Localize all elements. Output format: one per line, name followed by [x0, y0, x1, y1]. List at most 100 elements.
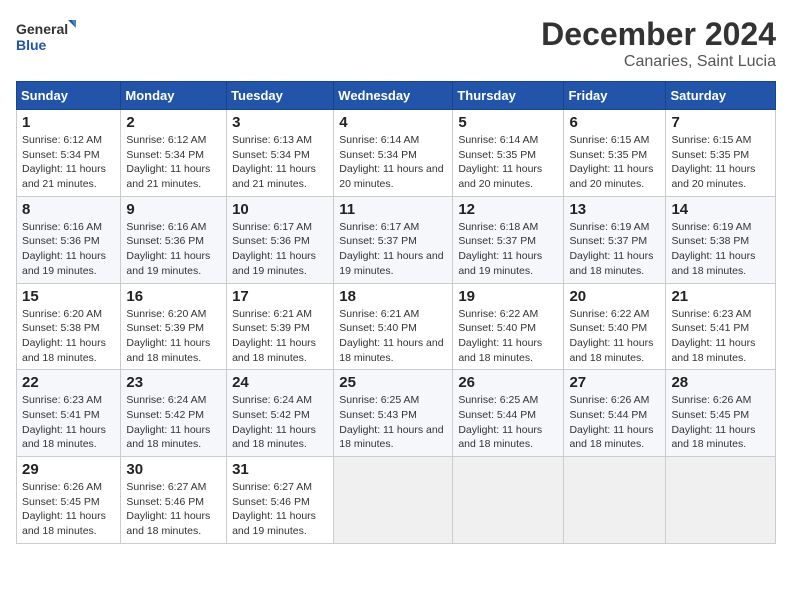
day-info: Sunrise: 6:17 AMSunset: 5:36 PMDaylight:…: [232, 220, 328, 279]
table-row: 4Sunrise: 6:14 AMSunset: 5:34 PMDaylight…: [334, 110, 453, 197]
table-row: 24Sunrise: 6:24 AMSunset: 5:42 PMDayligh…: [227, 370, 334, 457]
day-number: 19: [458, 288, 558, 305]
table-row: 6 Sunrise: 6:15 AMSunset: 5:35 PMDaylight…: [564, 110, 666, 197]
table-row: [564, 457, 666, 544]
day-number: 30: [126, 461, 221, 478]
day-info: Sunrise: 6:22 AMSunset: 5:40 PMDaylight:…: [458, 307, 558, 366]
table-row: 17 Sunrise: 6:21 AMSunset: 5:39 PMDayligh…: [227, 283, 334, 370]
day-number: 5: [458, 114, 558, 131]
page-header: General Blue December 2024 Canaries, Sai…: [16, 16, 776, 71]
day-number: 16: [126, 288, 221, 305]
table-row: 2Sunrise: 6:12 AMSunset: 5:34 PMDaylight…: [121, 110, 227, 197]
day-number: 3: [232, 114, 328, 131]
table-row: 11Sunrise: 6:17 AMSunset: 5:37 PMDayligh…: [334, 196, 453, 283]
day-info: Sunrise: 6:15 AMSunset: 5:35 PMDaylight:…: [569, 133, 660, 192]
day-info: Sunrise: 6:21 AMSunset: 5:39 PMDaylight:…: [232, 307, 328, 366]
header-friday: Friday: [564, 82, 666, 110]
day-info: Sunrise: 6:19 AMSunset: 5:37 PMDaylight:…: [569, 220, 660, 279]
day-info: Sunrise: 6:21 AMSunset: 5:40 PMDaylight:…: [339, 307, 447, 366]
table-row: 12 Sunrise: 6:18 AMSunset: 5:37 PMDayligh…: [453, 196, 564, 283]
table-row: 18 Sunrise: 6:21 AMSunset: 5:40 PMDayligh…: [334, 283, 453, 370]
table-row: 9 Sunrise: 6:16 AMSunset: 5:36 PMDaylight…: [121, 196, 227, 283]
day-number: 17: [232, 288, 328, 305]
calendar-week-row: 1 Sunrise: 6:12 AMSunset: 5:34 PMDaylight…: [17, 110, 776, 197]
table-row: 27 Sunrise: 6:26 AMSunset: 5:44 PMDayligh…: [564, 370, 666, 457]
header-wednesday: Wednesday: [334, 82, 453, 110]
svg-text:General: General: [16, 21, 68, 37]
title-section: December 2024 Canaries, Saint Lucia: [541, 16, 776, 71]
page-subtitle: Canaries, Saint Lucia: [541, 53, 776, 71]
day-number: 7: [671, 114, 770, 131]
day-number: 31: [232, 461, 328, 478]
table-row: 20 Sunrise: 6:22 AMSunset: 5:40 PMDayligh…: [564, 283, 666, 370]
table-row: 16Sunrise: 6:20 AMSunset: 5:39 PMDayligh…: [121, 283, 227, 370]
header-saturday: Saturday: [666, 82, 776, 110]
day-number: 24: [232, 374, 328, 391]
day-number: 21: [671, 288, 770, 305]
table-row: 31Sunrise: 6:27 AMSunset: 5:46 PMDayligh…: [227, 457, 334, 544]
day-info: Sunrise: 6:13 AMSunset: 5:34 PMDaylight:…: [232, 133, 328, 192]
table-row: 19 Sunrise: 6:22 AMSunset: 5:40 PMDayligh…: [453, 283, 564, 370]
day-info: Sunrise: 6:26 AMSunset: 5:45 PMDaylight:…: [671, 393, 770, 452]
day-number: 15: [22, 288, 115, 305]
table-row: 23 Sunrise: 6:24 AMSunset: 5:42 PMDayligh…: [121, 370, 227, 457]
day-number: 12: [458, 201, 558, 218]
day-number: 14: [671, 201, 770, 218]
day-info: Sunrise: 6:19 AMSunset: 5:38 PMDaylight:…: [671, 220, 770, 279]
calendar-week-row: 15Sunrise: 6:20 AMSunset: 5:38 PMDayligh…: [17, 283, 776, 370]
table-row: 13 Sunrise: 6:19 AMSunset: 5:37 PMDayligh…: [564, 196, 666, 283]
day-number: 29: [22, 461, 115, 478]
day-number: 18: [339, 288, 447, 305]
day-number: 10: [232, 201, 328, 218]
table-row: 28 Sunrise: 6:26 AMSunset: 5:45 PMDayligh…: [666, 370, 776, 457]
day-number: 23: [126, 374, 221, 391]
day-number: 6: [569, 114, 660, 131]
day-info: Sunrise: 6:23 AMSunset: 5:41 PMDaylight:…: [22, 393, 115, 452]
header-monday: Monday: [121, 82, 227, 110]
table-row: 8Sunrise: 6:16 AMSunset: 5:36 PMDaylight…: [17, 196, 121, 283]
day-info: Sunrise: 6:14 AMSunset: 5:35 PMDaylight:…: [458, 133, 558, 192]
day-info: Sunrise: 6:27 AMSunset: 5:46 PMDaylight:…: [126, 480, 221, 539]
table-row: [334, 457, 453, 544]
table-row: 26Sunrise: 6:25 AMSunset: 5:44 PMDayligh…: [453, 370, 564, 457]
table-row: 21Sunrise: 6:23 AMSunset: 5:41 PMDayligh…: [666, 283, 776, 370]
day-number: 27: [569, 374, 660, 391]
day-info: Sunrise: 6:18 AMSunset: 5:37 PMDaylight:…: [458, 220, 558, 279]
page-title: December 2024: [541, 16, 776, 53]
day-number: 2: [126, 114, 221, 131]
header-thursday: Thursday: [453, 82, 564, 110]
day-number: 9: [126, 201, 221, 218]
day-number: 26: [458, 374, 558, 391]
logo-svg: General Blue: [16, 16, 76, 60]
day-info: Sunrise: 6:25 AMSunset: 5:43 PMDaylight:…: [339, 393, 447, 452]
header-sunday: Sunday: [17, 82, 121, 110]
day-number: 8: [22, 201, 115, 218]
day-info: Sunrise: 6:26 AMSunset: 5:44 PMDaylight:…: [569, 393, 660, 452]
calendar-header-row: Sunday Monday Tuesday Wednesday Thursday…: [17, 82, 776, 110]
day-number: 1: [22, 114, 115, 131]
calendar-week-row: 8 Sunrise: 6:16 AMSunset: 5:36 PMDaylight…: [17, 196, 776, 283]
table-row: 14 Sunrise: 6:19 AMSunset: 5:38 PMDayligh…: [666, 196, 776, 283]
table-row: 1 Sunrise: 6:12 AMSunset: 5:34 PMDaylight…: [17, 110, 121, 197]
day-info: Sunrise: 6:16 AMSunset: 5:36 PMDaylight:…: [126, 220, 221, 279]
day-info: Sunrise: 6:26 AMSunset: 5:45 PMDaylight:…: [22, 480, 115, 539]
table-row: 25 Sunrise: 6:25 AMSunset: 5:43 PMDayligh…: [334, 370, 453, 457]
day-info: Sunrise: 6:15 AMSunset: 5:35 PMDaylight:…: [671, 133, 770, 192]
day-number: 25: [339, 374, 447, 391]
day-info: Sunrise: 6:12 AMSunset: 5:34 PMDaylight:…: [22, 133, 115, 192]
calendar-week-row: 29 Sunrise: 6:26 AMSunset: 5:45 PMDayligh…: [17, 457, 776, 544]
day-info: Sunrise: 6:24 AMSunset: 5:42 PMDaylight:…: [126, 393, 221, 452]
svg-text:Blue: Blue: [16, 37, 47, 53]
table-row: 5 Sunrise: 6:14 AMSunset: 5:35 PMDaylight…: [453, 110, 564, 197]
logo: General Blue: [16, 16, 76, 60]
table-row: [666, 457, 776, 544]
table-row: 3 Sunrise: 6:13 AMSunset: 5:34 PMDaylight…: [227, 110, 334, 197]
table-row: [453, 457, 564, 544]
day-number: 4: [339, 114, 447, 131]
day-number: 13: [569, 201, 660, 218]
calendar-table: Sunday Monday Tuesday Wednesday Thursday…: [16, 81, 776, 544]
day-info: Sunrise: 6:22 AMSunset: 5:40 PMDaylight:…: [569, 307, 660, 366]
day-number: 28: [671, 374, 770, 391]
table-row: 10 Sunrise: 6:17 AMSunset: 5:36 PMDayligh…: [227, 196, 334, 283]
day-number: 20: [569, 288, 660, 305]
